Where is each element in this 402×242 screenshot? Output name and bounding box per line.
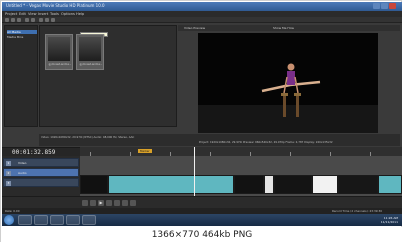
thumbnail-image xyxy=(79,37,101,61)
taskbar-app-media[interactable] xyxy=(50,215,64,225)
media-properties: Video: 1920x1080x32, 29.970i (NTSC) Audi… xyxy=(41,135,135,139)
clock-date: 11/11/2011 xyxy=(380,220,398,224)
preview-properties: Project: 1920x1080x32, 29.970i Preview: … xyxy=(199,140,333,144)
paste-icon[interactable] xyxy=(51,18,55,22)
menu-view[interactable]: View xyxy=(28,12,37,16)
preview-label[interactable]: Video Preview xyxy=(184,26,205,30)
track-number: 1 xyxy=(6,161,11,166)
media-thumbnail[interactable]: gymnast-anima... xyxy=(45,34,73,70)
play-icon[interactable]: ▶ xyxy=(98,200,104,206)
menu-edit[interactable]: Edit xyxy=(19,12,26,16)
video-clip[interactable] xyxy=(378,175,402,194)
title-bar: Untitled * - Vegas Movie Studio HD Plati… xyxy=(2,2,402,11)
video-clip[interactable] xyxy=(338,175,378,194)
video-clip[interactable] xyxy=(264,175,274,194)
track-header-1[interactable]: 1 Video xyxy=(3,158,79,167)
undo-icon[interactable] xyxy=(25,18,29,22)
new-icon[interactable] xyxy=(5,18,9,22)
tree-item-media-bins[interactable]: Media Bins xyxy=(7,35,37,39)
gymnast-figure xyxy=(261,63,321,117)
taskbar-app-ie[interactable] xyxy=(18,215,32,225)
system-clock[interactable]: 11:26 AM 11/11/2011 xyxy=(381,216,398,224)
copy-icon[interactable] xyxy=(45,18,49,22)
timeline-marker[interactable]: Marker xyxy=(138,149,152,153)
preview-toolbar: Video Preview Show Me How xyxy=(178,25,400,31)
video-clip[interactable] xyxy=(312,175,338,194)
loop-icon[interactable] xyxy=(90,200,96,206)
save-icon[interactable] xyxy=(17,18,21,22)
cut-icon[interactable] xyxy=(39,18,43,22)
start-button[interactable] xyxy=(4,215,14,225)
track-name: Video xyxy=(18,161,27,165)
menu-help[interactable]: Help xyxy=(76,12,84,16)
video-clip[interactable] xyxy=(234,175,264,194)
media-thumbnail[interactable]: gymnast-anima... xyxy=(76,34,104,70)
tree-item-all-media[interactable]: All Media xyxy=(7,30,37,34)
taskbar-app[interactable] xyxy=(82,215,96,225)
open-icon[interactable] xyxy=(11,18,15,22)
video-preview xyxy=(198,33,378,133)
video-clip[interactable] xyxy=(80,175,108,194)
thumbnail-caption: gymnast-anima... xyxy=(48,63,72,66)
transport-controls: ▶ xyxy=(2,196,402,208)
video-clip[interactable] xyxy=(108,175,234,194)
image-frame: Untitled * - Vegas Movie Studio HD Plati… xyxy=(0,0,402,242)
playhead-cursor[interactable] xyxy=(194,147,195,196)
menu-project[interactable]: Project xyxy=(5,12,17,16)
video-track-lane[interactable] xyxy=(80,175,402,194)
go-to-start-icon[interactable] xyxy=(122,200,128,206)
show-me-how-button[interactable]: Show Me How xyxy=(273,26,294,30)
taskbar: 11:26 AM 11/11/2011 xyxy=(2,214,402,226)
main-toolbar xyxy=(2,17,402,23)
track-headers: 1 Video 2 Audio 3 xyxy=(2,156,80,196)
record-time-readout: Record Time (2 channels): 23:39:30 xyxy=(332,209,383,213)
thumbnail-image xyxy=(48,37,70,61)
stop-icon[interactable] xyxy=(114,200,120,206)
track-header-2[interactable]: 2 Audio xyxy=(3,168,79,177)
track-number: 2 xyxy=(6,171,11,176)
track-header-3[interactable]: 3 xyxy=(3,178,79,187)
timecode-display: 00:01:32.859 xyxy=(12,149,56,156)
media-tree: All Media Media Bins xyxy=(4,25,38,127)
pause-icon[interactable] xyxy=(106,200,112,206)
taskbar-app-vegas[interactable] xyxy=(66,215,80,225)
track-number: 3 xyxy=(6,181,11,186)
timeline-tracks[interactable] xyxy=(80,156,402,196)
redo-icon[interactable] xyxy=(31,18,35,22)
video-clip[interactable] xyxy=(274,175,312,194)
time-ruler[interactable] xyxy=(80,147,402,156)
window-title: Untitled * - Vegas Movie Studio HD Plati… xyxy=(6,3,105,8)
menu-insert[interactable]: Insert xyxy=(38,12,48,16)
thumbnail-caption: gymnast-anima... xyxy=(79,63,103,66)
menu-tools[interactable]: Tools xyxy=(50,12,59,16)
minimize-button[interactable] xyxy=(373,3,380,9)
track-name: Audio xyxy=(18,171,27,175)
go-to-end-icon[interactable] xyxy=(130,200,136,206)
rate-readout: Rate: 0.00 xyxy=(5,209,20,213)
media-info-strip: Video: 1920x1080x32, 29.970i (NTSC) Audi… xyxy=(39,134,400,146)
menu-options[interactable]: Options xyxy=(61,12,75,16)
project-media-pane: Start Selection gymnast-anima... gymnast… xyxy=(39,25,177,127)
screenshot: Untitled * - Vegas Movie Studio HD Plati… xyxy=(2,2,402,226)
record-icon[interactable] xyxy=(82,200,88,206)
taskbar-app-explorer[interactable] xyxy=(34,215,48,225)
image-caption: 1366×770 464kb PNG xyxy=(1,227,402,242)
close-button[interactable] xyxy=(389,3,396,9)
maximize-button[interactable] xyxy=(381,3,388,9)
